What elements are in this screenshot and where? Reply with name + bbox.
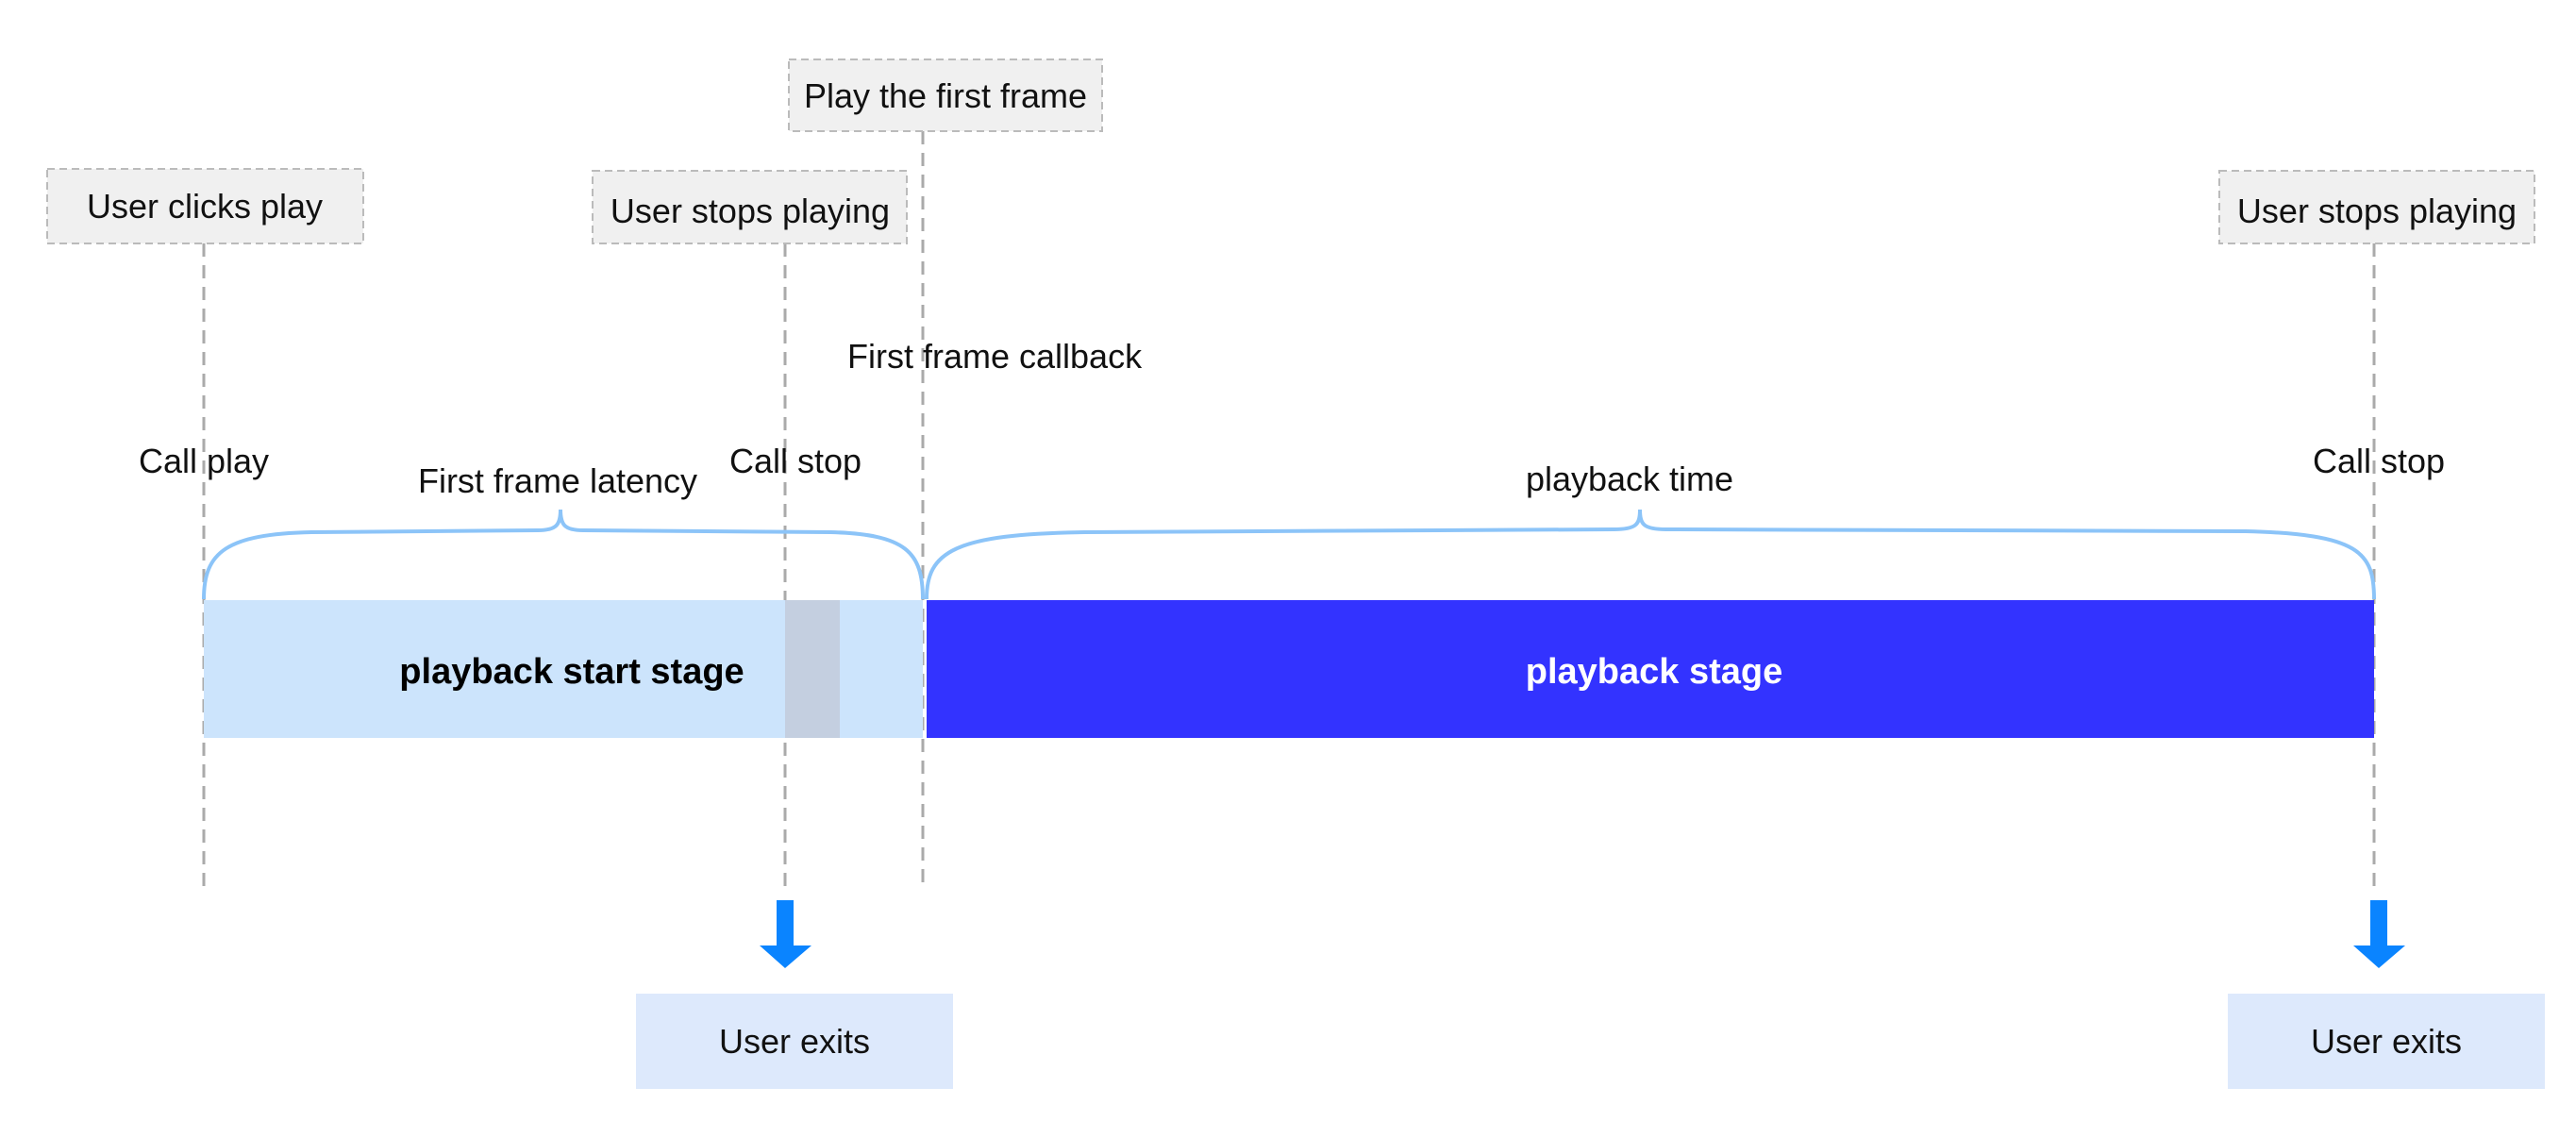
arrow-down-icon [2353,900,2405,968]
arrow-down-icon [760,900,811,968]
event-user-stops-playing-end: User stops playing [2218,170,2535,244]
user-exits-early: User exits [636,994,953,1089]
user-exits-end: User exits [2228,994,2545,1089]
playback-time-brace [925,509,2376,600]
exit-label: User exits [719,1022,870,1061]
playback-stage-label: playback stage [1526,652,1782,692]
first-frame-callback-label: First frame callback [847,337,1143,376]
first-frame-latency-brace [202,509,925,600]
event-label: Play the first frame [804,76,1087,115]
playback-timeline-diagram: User clicks play Play the first frame Us… [46,59,2545,1089]
call-stop-label: Call stop [729,442,861,480]
event-label: User clicks play [87,187,323,226]
call-play-label: Call play [139,442,269,480]
exit-label: User exits [2311,1022,2462,1061]
event-play-first-frame: Play the first frame [788,59,1103,132]
event-label: User stops playing [2237,192,2517,230]
first-frame-latency-label: First frame latency [418,461,697,500]
playback-start-stage-label: playback start stage [399,652,744,692]
stopped-segment [785,600,840,738]
event-user-stops-playing-early: User stops playing [592,170,908,244]
event-label: User stops playing [611,192,890,230]
call-stop-end-label: Call stop [2313,442,2445,480]
playback-time-label: playback time [1526,460,1733,498]
event-user-clicks-play: User clicks play [46,168,364,244]
